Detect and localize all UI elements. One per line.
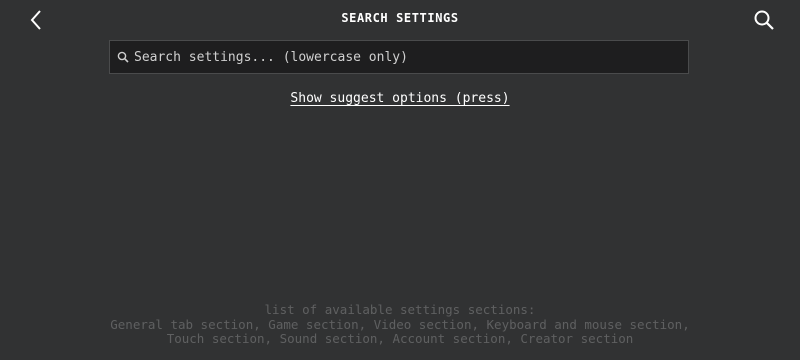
sections-info-line: General tab section, Game section, Video… bbox=[110, 316, 690, 332]
sections-info-line: list of available settings sections: bbox=[264, 302, 536, 317]
sections-info-line: Touch section, Sound section, Account se… bbox=[166, 331, 634, 346]
show-suggest-options-link[interactable]: Show suggest options (press) bbox=[290, 91, 509, 106]
header-search-button[interactable] bbox=[750, 6, 778, 34]
search-field[interactable] bbox=[109, 40, 689, 74]
sections-info: list of available settings sections: Gen… bbox=[0, 302, 800, 347]
search-icon bbox=[116, 50, 130, 64]
search-input[interactable] bbox=[134, 49, 654, 65]
page-title: SEARCH SETTINGS bbox=[341, 11, 459, 25]
suggest-link-container: Show suggest options (press) bbox=[0, 91, 800, 106]
search-icon bbox=[754, 10, 774, 30]
header-bar: SEARCH SETTINGS bbox=[0, 0, 800, 38]
